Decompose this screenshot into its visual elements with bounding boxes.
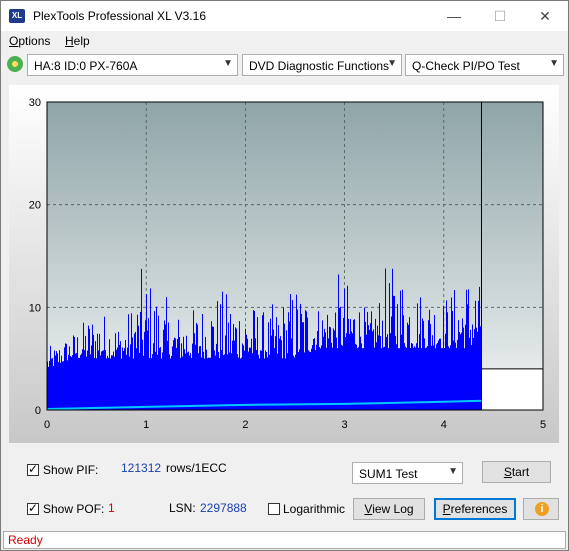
toolbar: HA:8 ID:0 PX-760A ▼ DVD Diagnostic Funct… xyxy=(1,53,568,79)
test-select[interactable]: Q-Check PI/PO Test ▼ xyxy=(405,54,564,76)
app-window: XL PlexTools Professional XL V3.16 — ☐ ✕… xyxy=(0,0,569,551)
pif-value: 121312 xyxy=(121,461,162,475)
x-tick-label: 2 xyxy=(242,419,248,431)
post-data-fill xyxy=(481,368,543,410)
plextools-logo-icon: XL xyxy=(9,9,25,23)
info-icon: i xyxy=(535,502,549,516)
window-title: PlexTools Professional XL V3.16 xyxy=(33,9,206,23)
drive-select[interactable]: HA:8 ID:0 PX-760A ▼ xyxy=(27,54,238,76)
title-bar: XL PlexTools Professional XL V3.16 — ☐ ✕ xyxy=(1,1,568,31)
x-tick-label: 5 xyxy=(540,419,546,431)
chart-panel: 0 10 20 30 0 1 2 3 4 5 xyxy=(9,85,559,443)
preferences-button[interactable]: Preferences xyxy=(434,498,516,520)
function-select[interactable]: DVD Diagnostic Functions ▼ xyxy=(242,54,402,76)
menu-help[interactable]: Help xyxy=(65,34,90,48)
show-pif-label: Show PIF: xyxy=(43,463,99,477)
pof-value: 1 xyxy=(108,501,115,515)
y-tick-label: 10 xyxy=(29,302,41,314)
chevron-down-icon: ▼ xyxy=(387,58,397,69)
status-bar: Ready xyxy=(3,531,566,549)
x-tick-label: 4 xyxy=(441,419,447,431)
minimize-button[interactable]: — xyxy=(431,1,477,31)
x-tick-label: 3 xyxy=(342,419,348,431)
info-button[interactable]: i xyxy=(523,498,559,520)
sum-test-value: SUM1 Test xyxy=(359,467,418,481)
show-pof-checkbox[interactable] xyxy=(27,501,39,515)
menu-bar: Options Help xyxy=(1,31,568,51)
y-tick-label: 0 xyxy=(35,405,41,417)
show-pif-checkbox[interactable] xyxy=(27,462,39,476)
y-tick-label: 20 xyxy=(29,200,41,212)
chevron-down-icon: ▼ xyxy=(549,58,559,69)
show-pof-label: Show POF: xyxy=(43,502,105,516)
lsn-label: LSN: xyxy=(169,501,196,515)
logarithmic-label: Logarithmic xyxy=(283,502,346,516)
drive-select-value: HA:8 ID:0 PX-760A xyxy=(34,59,138,73)
status-text: Ready xyxy=(8,533,43,547)
x-tick-label: 0 xyxy=(44,419,50,431)
maximize-button[interactable]: ☐ xyxy=(477,1,523,31)
close-button[interactable]: ✕ xyxy=(522,1,568,31)
logarithmic-checkbox[interactable] xyxy=(268,503,280,515)
lsn-value: 2297888 xyxy=(200,501,247,515)
sum-test-select[interactable]: SUM1 Test ▼ xyxy=(352,462,463,484)
menu-options[interactable]: Options xyxy=(9,34,50,48)
pi-po-chart: 0 10 20 30 0 1 2 3 4 5 xyxy=(9,85,559,443)
x-tick-label: 1 xyxy=(143,419,149,431)
y-tick-label: 30 xyxy=(29,97,41,109)
controls-panel: Show PIF: 121312 rows/1ECC Show POF: 1 L… xyxy=(9,453,559,523)
function-select-value: DVD Diagnostic Functions xyxy=(249,59,390,73)
chevron-down-icon: ▼ xyxy=(448,466,458,477)
test-select-value: Q-Check PI/PO Test xyxy=(412,59,520,73)
chevron-down-icon: ▼ xyxy=(223,58,233,69)
rows-ecc-label: rows/1ECC xyxy=(166,461,227,475)
view-log-button[interactable]: View Log xyxy=(353,498,425,520)
start-button[interactable]: Start xyxy=(482,461,551,483)
